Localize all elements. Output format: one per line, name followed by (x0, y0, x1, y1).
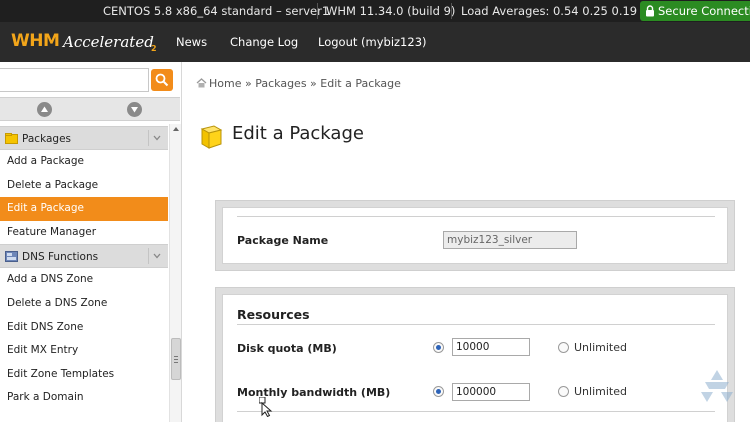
sidebar-category-label: Packages (22, 133, 71, 145)
sidebar-scrollbar[interactable] (169, 124, 181, 422)
breadcrumb-packages[interactable]: Packages (255, 77, 306, 90)
bandwidth-unlimited-radio[interactable] (558, 386, 569, 397)
nav-change-log[interactable]: Change Log (230, 22, 298, 62)
package-icon (200, 125, 223, 149)
sidebar-scroll-down-button[interactable] (127, 102, 142, 117)
disk-quota-input[interactable] (452, 338, 530, 356)
status-bar: CENTOS 5.8 x86_64 standard – server1 WHM… (0, 0, 750, 22)
sidebar-item-edit-zone-templates[interactable]: Edit Zone Templates (0, 363, 168, 387)
sidebar-item-feature-manager[interactable]: Feature Manager (0, 221, 168, 245)
sidebar-category-dns-functions[interactable]: DNS Functions (0, 244, 168, 269)
sidebar-scroll-up-button[interactable] (37, 102, 52, 117)
disk-quota-unlimited-label[interactable]: Unlimited (574, 341, 627, 354)
page-title: Edit a Package (232, 123, 364, 144)
status-divider (317, 3, 318, 19)
load-averages: Load Averages: 0.54 0.25 0.19 (461, 4, 638, 18)
logo-accelerated-text: Accelerated (63, 33, 154, 51)
sidebar-item-add-dns-zone[interactable]: Add a DNS Zone (0, 268, 168, 292)
sidebar-item-edit-package[interactable]: Edit a Package (0, 197, 168, 221)
breadcrumb-home[interactable]: Home (209, 77, 241, 90)
divider (237, 216, 715, 217)
scroll-up-arrow-icon[interactable] (172, 126, 180, 132)
divider (237, 324, 715, 325)
whm-version: WHM 11.34.0 (build 9) (326, 4, 456, 18)
bandwidth-unlimited-label[interactable]: Unlimited (574, 385, 627, 398)
panel-body: Resources Disk quota (MB) Unlimited Mont… (222, 294, 728, 422)
sidebar-search-input[interactable] (0, 68, 149, 92)
disk-quota-label: Disk quota (MB) (237, 342, 337, 355)
mouse-cursor-icon (259, 397, 273, 417)
sidebar-item-edit-mx-entry[interactable]: Edit MX Entry (0, 339, 168, 363)
disk-quota-limited-radio[interactable] (433, 342, 444, 353)
disk-quota-unlimited-radio[interactable] (558, 342, 569, 353)
server-info: CENTOS 5.8 x86_64 standard – server1 (103, 4, 330, 18)
sidebar-item-delete-dns-zone[interactable]: Delete a DNS Zone (0, 292, 168, 316)
divider (237, 411, 715, 412)
sidebar-item-add-package[interactable]: Add a Package (0, 150, 168, 174)
grip-line (174, 362, 178, 363)
nav-news[interactable]: News (176, 22, 207, 62)
search-icon (155, 73, 169, 87)
whm-logo[interactable]: WHM Accelerated 2 (11, 28, 161, 56)
package-icon (5, 133, 18, 144)
sidebar-item-edit-dns-zone[interactable]: Edit DNS Zone (0, 316, 168, 340)
triangle-up-icon (41, 106, 48, 112)
home-icon (196, 78, 207, 88)
monthly-bandwidth-input[interactable] (452, 383, 530, 401)
package-name-label: Package Name (237, 234, 329, 247)
logo-whm-text: WHM (11, 31, 60, 51)
breadcrumb-separator: » (310, 77, 317, 90)
nav-logout[interactable]: Logout (mybiz123) (318, 22, 427, 62)
sidebar-menu: Packages Add a Package Delete a Package … (0, 126, 168, 410)
breadcrumb-separator: » (244, 77, 252, 90)
status-divider (451, 3, 452, 19)
sidebar-item-park-domain[interactable]: Park a Domain (0, 386, 168, 410)
panel-body: Package Name (222, 207, 728, 264)
secure-connection-label: Secure Connection (658, 4, 750, 18)
package-name-panel: Package Name (215, 200, 735, 271)
breadcrumb-current: Edit a Package (320, 77, 401, 90)
resources-panel: Resources Disk quota (MB) Unlimited Mont… (215, 287, 735, 422)
search-button[interactable] (151, 69, 173, 91)
bandwidth-limited-radio[interactable] (433, 386, 444, 397)
secure-connection-badge[interactable]: Secure Connection (640, 1, 750, 21)
triangle-down-icon (131, 107, 138, 113)
grip-line (174, 356, 178, 357)
watermark-logo-icon (701, 370, 733, 402)
breadcrumb: Home » Packages » Edit a Package (196, 76, 401, 92)
sidebar: Packages Add a Package Delete a Package … (0, 62, 182, 422)
logo-version-mark: 2 (151, 44, 157, 53)
dns-icon (5, 251, 18, 263)
sidebar-item-delete-package[interactable]: Delete a Package (0, 174, 168, 198)
category-collapse-toggle[interactable] (148, 248, 164, 265)
chevron-down-icon (153, 253, 161, 259)
chevron-down-icon (153, 135, 161, 141)
resources-section-title: Resources (237, 307, 310, 322)
lock-icon (646, 5, 654, 17)
top-header: WHM Accelerated 2 News Change Log Logout… (0, 22, 750, 62)
package-name-field[interactable] (443, 231, 577, 249)
sidebar-scroll-thumb[interactable] (171, 338, 181, 380)
grip-line (174, 359, 178, 360)
category-collapse-toggle[interactable] (148, 130, 164, 146)
sidebar-category-packages[interactable]: Packages (0, 126, 168, 150)
sidebar-scroll-controls (0, 97, 180, 121)
sidebar-category-label: DNS Functions (22, 251, 99, 264)
